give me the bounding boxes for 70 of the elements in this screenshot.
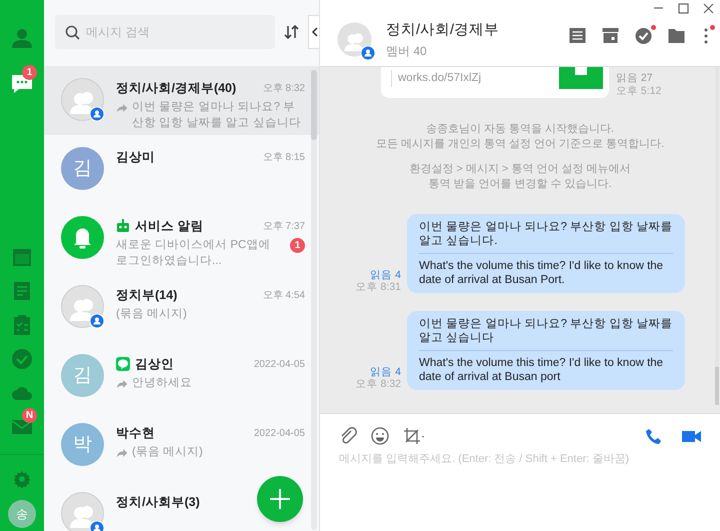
unread-badge: 1 <box>290 238 305 254</box>
conversation-time: 오후 4:54 <box>262 288 305 303</box>
message-text: 이번 물량은 얼마나 되나요? 부산항 입항 날짜를 알고 싶습니다. <box>419 220 673 254</box>
message-time: 오후 8:31 <box>356 281 401 293</box>
chat-app-icon <box>116 357 130 372</box>
robot-icon <box>116 219 130 234</box>
chat-title: 정치/사회/경제부 <box>386 21 500 40</box>
conversation-time: 오후 8:32 <box>262 82 305 96</box>
notification-badge: N <box>22 408 37 423</box>
conversation-item[interactable]: 정치/사회/경제부(40) 오후 8:32 이번 물량은 얼마나 되나요? 부산항 입항 날짜를 알고 싶습니다 <box>44 66 319 136</box>
conversation-name: 서비스 알림 <box>135 218 204 235</box>
phone-icon[interactable] <box>645 428 662 444</box>
group-badge-icon <box>361 46 375 60</box>
conversation-name: 정치부(14) <box>116 286 178 304</box>
group-badge-icon <box>90 314 104 328</box>
contact-avatar: 김 <box>61 147 104 190</box>
notification-badge: 1 <box>22 65 37 80</box>
translated-text: What's the volume this time? I'd like to know the date of arrival at Busan port <box>419 356 664 384</box>
message-preview: (묶음 메시지) <box>116 307 188 322</box>
new-chat-button[interactable] <box>257 476 303 522</box>
group-avatar-icon <box>337 22 372 56</box>
check-circle-icon[interactable] <box>634 26 653 45</box>
member-count: 멤버 40 <box>386 42 428 60</box>
crop-icon[interactable] <box>403 427 425 445</box>
contact-avatar: 박 <box>61 423 104 466</box>
conversation-item[interactable]: 정치부(14) 오후 4:54 (묶음 메시지) <box>44 273 319 342</box>
scrollbar[interactable] <box>311 70 317 530</box>
conversation-name: 김상미 <box>116 148 155 166</box>
conversation-name: 정치/사회/경제부(40) <box>116 80 236 97</box>
check-circle-icon[interactable] <box>11 348 33 370</box>
conversation-name: 정치/사회부(3) <box>116 494 200 511</box>
paperclip-icon[interactable] <box>339 427 357 445</box>
conversation-name: 박수현 <box>116 424 155 442</box>
conversation-item[interactable]: 서비스 알림 오후 7:37 새로운 디바이스에서 PC앱에 로그인하였습니다... 1 <box>44 204 319 274</box>
conversation-time: 2022-04-05 <box>254 358 305 372</box>
message-preview: (묶음 메시지) <box>132 445 204 460</box>
message-preview: 안녕하세요 <box>132 376 193 392</box>
archive-icon[interactable] <box>601 26 620 45</box>
contact-avatar: 김 <box>61 354 104 398</box>
composer-panel[interactable]: 메시지를 입력해주세요. (Enter: 전송 / Shift + Enter: 줄바꿈) <box>320 413 720 531</box>
close-icon[interactable] <box>703 3 714 14</box>
conversation-time: 오후 8:15 <box>262 150 305 165</box>
conversation-time: 오후 7:37 <box>262 220 305 234</box>
sort-icon[interactable] <box>284 24 299 40</box>
message-time: 오후 8:32 <box>356 378 401 390</box>
translated-text: What's the volume this time? I'd like to know the date of arrival at Busan Port. <box>419 259 664 287</box>
maximize-icon[interactable] <box>678 3 689 14</box>
emoji-icon[interactable] <box>371 427 389 445</box>
search-input[interactable]: 메시지 검색 <box>86 23 256 42</box>
collapse-button[interactable] <box>308 15 319 50</box>
message-preview: 새로운 디바이스에서 PC앱에 로그인하였습니다... <box>116 238 272 270</box>
chevron-left-icon <box>310 27 318 38</box>
clipboard-icon[interactable] <box>11 314 33 336</box>
plus-icon <box>269 488 291 510</box>
system-notice: 송종호님이 자동 통역을 시작했습니다. 모든 메시지를 개인의 통역 설정 언어 기준으로 통역합니다. <box>376 122 664 152</box>
conversation-name: 김상인 <box>135 356 174 373</box>
conversation-time: 2022-04-05 <box>254 426 305 441</box>
conversation-item[interactable]: 박 박수현 2022-04-05 (묶음 메시지) <box>44 411 319 480</box>
message-text: 이번 물량은 얼마나 되나요? 부산항 입항 날짜를 알고 싶습니다 <box>419 317 673 351</box>
group-badge-icon <box>90 107 104 122</box>
conversation-item[interactable]: 김 김상미 오후 8:15 <box>44 135 319 204</box>
conversation-item[interactable]: 정치/사회부(3) <box>44 480 319 531</box>
conversation-item[interactable]: 김 김상인 2022-04-05 안녕하세요 <box>44 342 319 412</box>
folder-icon[interactable] <box>667 26 686 45</box>
search-icon <box>65 24 80 40</box>
message-preview: 이번 물량은 얼마나 되나요? 부산항 입항 날짜를 알고 싶습니다 <box>132 100 302 132</box>
system-notice: 환경설정 > 메시지 > 통역 언어 설정 메뉴에서 통역 받을 언어를 변경할 수 있습니다. <box>409 162 631 192</box>
notes-icon[interactable] <box>568 26 587 45</box>
message-time: 오후 5:12 <box>616 85 662 98</box>
search-field[interactable]: 메시지 검색 <box>55 15 275 50</box>
